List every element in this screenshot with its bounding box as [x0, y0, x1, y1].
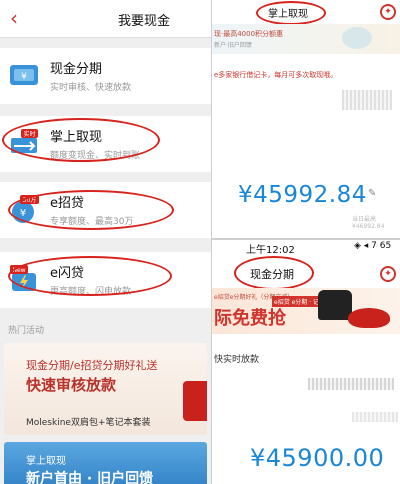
- edit-icon[interactable]: ✎: [368, 188, 376, 199]
- backpack-image: [318, 290, 352, 320]
- promo-line: Moleskine双肩包+笔记本套装: [26, 418, 151, 428]
- menu-item-cash-installment[interactable]: ¥ 现金分期 实时审核、快速放款: [0, 48, 211, 104]
- page-title: 我要现金: [118, 14, 171, 29]
- svg-text:¥: ¥: [21, 72, 27, 82]
- bank-logo-icon: ✦: [380, 4, 396, 20]
- banner-subtext: 新户·旧户回馈: [214, 42, 252, 49]
- promo-headline: 快速审核放款: [26, 376, 117, 394]
- section-title-hot: 热门活动: [8, 326, 45, 336]
- promo-headline: 新户首由 · 旧户回馈: [26, 471, 154, 484]
- installment-screen: 上午12:02 ◈ ◂ 7 65 现金分期 ✦ e招贷e分期好礼（分期立减） 际…: [212, 240, 400, 484]
- cash-menu-panel: ‹ 我要现金 ¥ 现金分期 实时审核、快速放款 实时 掌上取现 额度变现金、实时…: [0, 0, 211, 484]
- ad-headline: 际免费抢: [214, 308, 286, 329]
- status-time: 上午12:02: [246, 245, 295, 256]
- available-amount: ¥45900.00: [250, 444, 385, 472]
- promo-card-withdraw[interactable]: 掌上取现 新户首由 · 旧户回馈: [4, 442, 207, 484]
- highlight-oval: [256, 1, 326, 25]
- promo-line: 现金分期/e招贷分期好礼送: [26, 359, 158, 372]
- menu-item-subtitle: 实时审核、快速放款: [50, 83, 132, 93]
- header-bar: ‹ 我要现金: [0, 0, 211, 38]
- promo-banner[interactable]: e招贷e分期好礼（分期立减） 际免费抢 e招贷 e分期 · 记本套装: [212, 288, 400, 334]
- bank-logo-icon: ✦: [380, 266, 396, 282]
- pot-image: [348, 308, 390, 328]
- highlight-oval: [2, 118, 160, 162]
- status-bar: 上午12:02 ◈ ◂ 7 65: [212, 240, 400, 256]
- highlight-oval: [8, 256, 172, 296]
- redacted-area: [308, 378, 394, 390]
- status-icons: ◈ ◂ 7 65: [354, 241, 392, 251]
- highlight-oval: [8, 190, 174, 230]
- promo-card-installment-gift[interactable]: 现金分期/e招贷分期好礼送 快速审核放款 Moleskine双肩包+笔记本套装: [4, 343, 207, 435]
- limit-note: 当日最高 ¥46992.84: [352, 216, 385, 230]
- menu-item-title: 现金分期: [50, 62, 103, 77]
- withdraw-screen: 掌上取现 ✦ 现·最高4000积分额惠 新户·旧户回馈 e多家银行借记卡，每月可…: [212, 0, 400, 238]
- cup-image: [342, 27, 372, 49]
- info-note: e多家银行借记卡，每月可多次取现哦。: [214, 71, 338, 79]
- highlight-oval: [234, 256, 314, 290]
- section-subtitle: 快实时放款: [214, 355, 260, 365]
- redacted-area: [342, 90, 392, 110]
- promo-banner[interactable]: 现·最高4000积分额惠 新户·旧户回馈: [212, 24, 400, 54]
- banner-text: 现·最高4000积分额惠: [214, 30, 284, 38]
- backpack-image: [183, 381, 207, 421]
- cash-card-icon: ¥: [10, 65, 38, 85]
- redacted-area: [352, 412, 398, 422]
- chevron-left-icon[interactable]: ‹: [10, 6, 18, 30]
- promo-line: 掌上取现: [26, 456, 66, 467]
- available-amount: ¥45992.84: [238, 182, 367, 208]
